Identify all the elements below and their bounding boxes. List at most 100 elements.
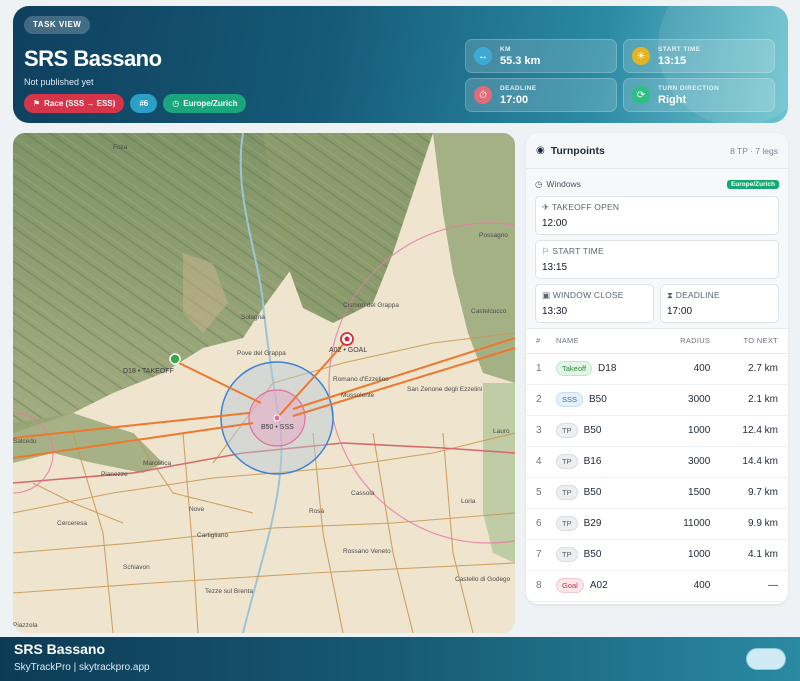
table-row[interactable]: 8 Goal A02 400— [526,570,788,602]
svg-text:Cismon del Grappa: Cismon del Grappa [343,302,399,309]
column-header: RADIUS [658,329,711,354]
turnpoint-type-badge: TP [556,516,578,531]
turnpoint-distance-next: 2.1 km [710,384,788,416]
svg-text:Salcedo: Salcedo [13,438,37,445]
sss-marker[interactable] [273,414,281,422]
svg-text:Cassola: Cassola [351,490,375,497]
svg-text:Pove del Grappa: Pove del Grappa [237,350,286,357]
column-header: TO NEXT [710,329,788,354]
stat-deadline: ⏱ DEADLINE 17:00 [465,78,617,112]
turnpoints-table: # NAME RADIUS TO NEXT 1 Takeoff D18 400 2.7 … [526,329,788,602]
footer-subtitle: SkyTrackPro | skytrackpro.app [14,662,150,673]
start-time-window: ⚐ START TIME 13:15 [535,240,779,279]
clock-icon: ◷ [535,178,543,189]
turnpoint-radius: 3000 [658,384,711,416]
turnpoint-radius: 400 [658,353,711,385]
window-value: 17:00 [667,306,693,317]
table-row[interactable]: 3 TP B50 1000 12.4 km [526,415,788,447]
turnpoint-name-cell: SSS B50 [556,384,659,416]
turnpoint-name: A02 [589,580,608,591]
window-label: WINDOW CLOSE [552,290,624,300]
turnpoint-type-badge: TP [556,423,578,438]
hourglass-icon: ⧗ [667,290,674,300]
stat-value: Right [658,93,687,106]
turnpoint-index: 1 [526,353,556,385]
turnpoint-distance-next: 9.9 km [710,508,788,540]
turnpoint-name-cell: TP B50 [556,477,659,509]
window-value: 12:00 [542,218,568,229]
turnpoint-distance-next: 4.1 km [710,539,788,571]
table-row[interactable]: 4 TP B16 3000 14.4 km [526,446,788,478]
stat-start-time: ☀ START TIME 13:15 [623,39,775,73]
svg-text:Rossano Veneto: Rossano Veneto [343,548,391,555]
svg-text:Cartigliano: Cartigliano [197,532,228,539]
stat-distance: ↔ KM 55.3 km [465,39,617,73]
takeoff-open-window: ✈ TAKEOFF OPEN 12:00 [535,196,779,235]
svg-text:Piazzola: Piazzola [13,622,38,629]
table-row[interactable]: 1 Takeoff D18 400 2.7 km [526,353,788,385]
turnpoint-name-cell: TP B50 [556,539,659,571]
turnpoint-radius: 3000 [658,446,711,478]
svg-text:Cerceresa: Cerceresa [57,520,87,527]
turnpoint-index: 5 [526,477,556,509]
windows-header: ◷ Windows Europe/Zurich [535,177,779,191]
task-chips: ⚑ Race (SSS → ESS) #6 ◷ Europe/Zurich [24,94,247,113]
turnpoint-name-cell: Goal A02 [556,570,659,602]
windows-title: Windows [546,179,581,189]
turnpoint-radius: 400 [658,570,711,602]
svg-text:Mussolente: Mussolente [341,392,375,399]
svg-text:Castello di Godego: Castello di Godego [455,576,511,583]
page-title: SRS Bassano [24,46,162,71]
window-value: 13:15 [542,262,568,273]
stat-turn-direction: ⟳ TURN DIRECTION Right [623,78,775,112]
sss-label: B50 • SSS [261,424,294,431]
footer-title: SRS Bassano [14,641,106,657]
svg-text:Loria: Loria [461,498,476,505]
task-map[interactable]: D18 • TAKEOFF B50 • SSS A02 • GOAL Foza … [13,133,515,633]
turnpoint-index: 2 [526,384,556,416]
lock-icon: ▣ [542,290,551,300]
turnpoint-distance-next: 12.4 km [710,415,788,447]
panel-meta: 8 TP · 7 legs [730,145,778,156]
turnpoint-index: 7 [526,539,556,571]
turnpoint-radius: 1000 [658,539,711,571]
plane-icon: ✈ [542,202,550,212]
task-header: TASK VIEW SRS Bassano Not published yet … [13,6,788,123]
stat-label: DEADLINE [500,84,537,92]
table-row[interactable]: 7 TP B50 1000 4.1 km [526,539,788,571]
stat-label: KM [500,45,511,53]
target-icon: ◉ [536,145,545,156]
takeoff-marker[interactable] [169,353,181,365]
svg-text:San Zenone degli Ezzelini: San Zenone degli Ezzelini [407,386,482,393]
turnpoint-distance-next: 2.7 km [710,353,788,385]
turnpoint-name: B29 [583,518,602,529]
svg-text:Solagna: Solagna [241,314,265,321]
window-label: TAKEOFF OPEN [551,202,620,212]
turnpoint-type-badge: Takeoff [556,361,593,376]
timezone-label: Europe/Zurich [183,99,238,108]
turnpoint-distance-next: 14.4 km [710,446,788,478]
task-view-tag: TASK VIEW [24,16,91,34]
table-row[interactable]: 5 TP B50 1500 9.7 km [526,477,788,509]
panel-title: Turnpoints [550,144,605,157]
turnpoint-name-cell: Takeoff D18 [556,353,659,385]
task-number-chip: #6 [130,94,158,113]
svg-text:Possagno: Possagno [479,232,508,239]
turnpoint-name-cell: TP B50 [556,415,659,447]
svg-text:Pianezze: Pianezze [101,471,128,478]
timezone-chip: ◷ Europe/Zurich [163,94,247,113]
task-number-label: #6 [139,99,149,108]
table-row[interactable]: 6 TP B29 11000 9.9 km [526,508,788,540]
svg-text:Romano d'Ezzelino: Romano d'Ezzelino [333,376,389,383]
refresh-icon: ⟳ [632,86,650,104]
table-row[interactable]: 2 SSS B50 3000 2.1 km [526,384,788,416]
turnpoint-name: B16 [583,456,602,467]
deadline-box: ⧗ DEADLINE 17:00 [660,284,779,323]
turnpoint-distance-next: — [710,570,788,602]
svg-text:Marostica: Marostica [143,460,172,467]
map-canvas[interactable]: D18 • TAKEOFF B50 • SSS A02 • GOAL Foza … [13,133,515,633]
turnpoint-name-cell: TP B29 [556,508,659,540]
turnpoint-index: 6 [526,508,556,540]
turnpoint-type-badge: TP [556,547,578,562]
svg-text:Nove: Nove [189,506,205,513]
